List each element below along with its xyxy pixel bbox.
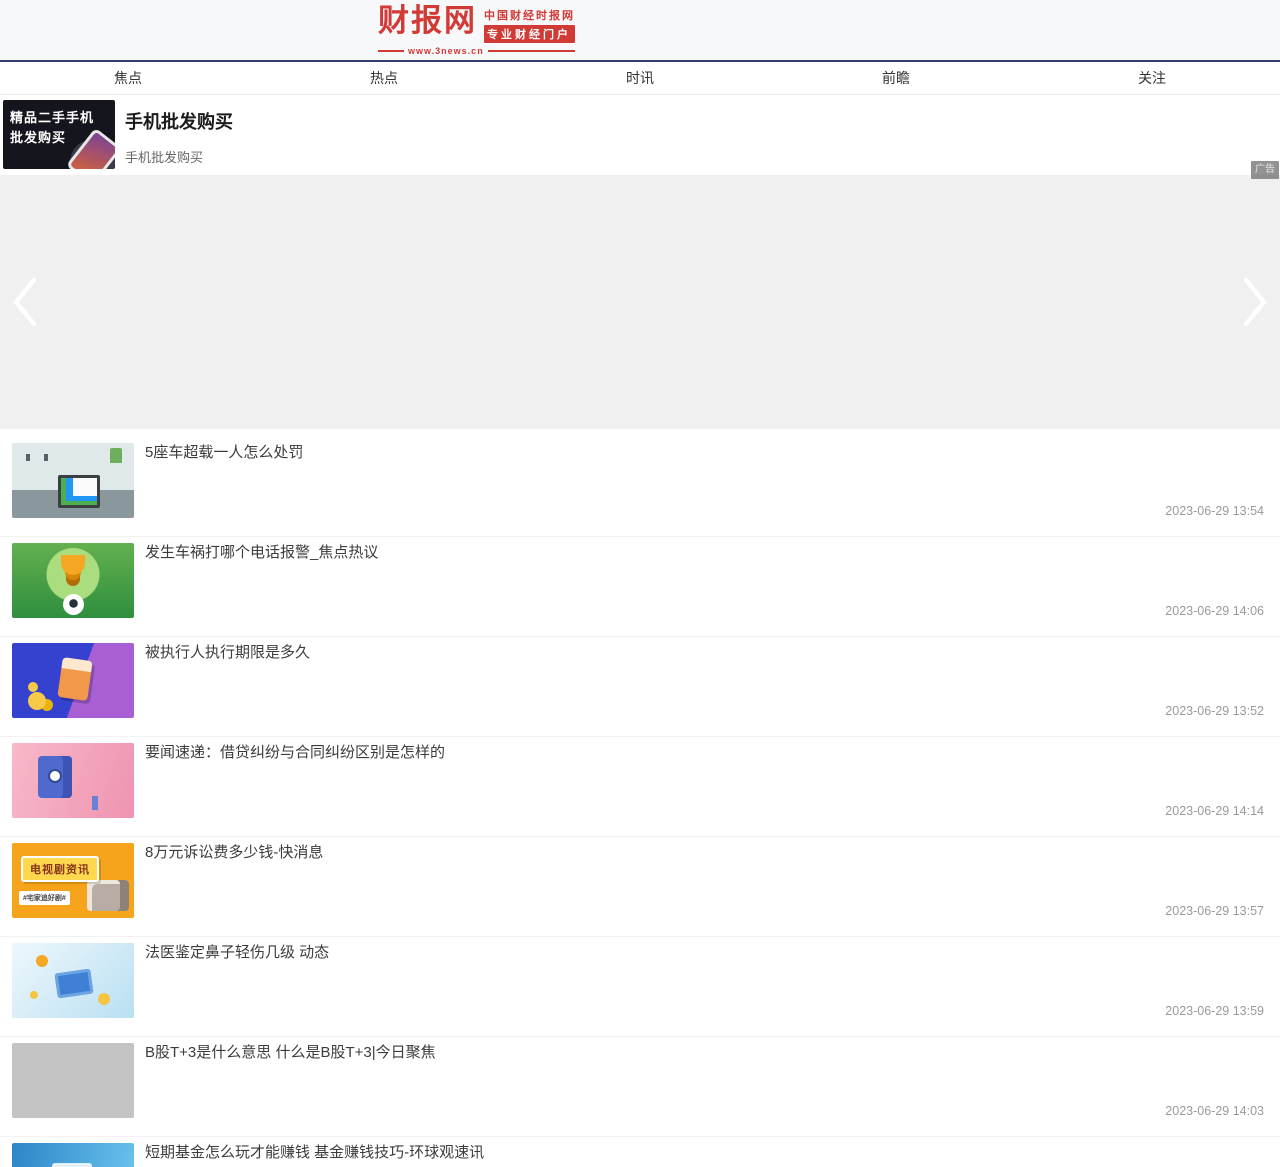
nav-item-5[interactable]: 关注 bbox=[1024, 62, 1280, 94]
news-body: 被执行人执行期限是多久 2023-06-29 13:52 bbox=[134, 643, 1264, 718]
news-body: 要闻速递：借贷纠纷与合同纠纷区别是怎样的 2023-06-29 14:14 bbox=[134, 743, 1264, 818]
chevron-right-icon bbox=[1240, 277, 1270, 332]
nav-item-4[interactable]: 前瞻 bbox=[768, 62, 1024, 94]
news-item[interactable]: 5座车超载一人怎么处罚 2023-06-29 13:54 bbox=[0, 437, 1280, 537]
news-title[interactable]: 被执行人执行期限是多久 bbox=[145, 643, 1264, 663]
news-body: 法医鉴定鼻子轻伤几级 动态 2023-06-29 13:59 bbox=[134, 943, 1264, 1018]
news-thumbnail[interactable] bbox=[12, 543, 134, 618]
chevron-left-icon bbox=[10, 277, 40, 332]
news-body: 短期基金怎么玩才能赚钱 基金赚钱技巧-环球观速讯 bbox=[134, 1143, 1264, 1167]
ad-badge: 广告 bbox=[1251, 161, 1279, 179]
nav-item-1[interactable]: 焦点 bbox=[0, 62, 256, 94]
logo-tagline-1: 中国财经时报网 bbox=[484, 9, 575, 22]
news-thumbnail[interactable] bbox=[12, 643, 134, 718]
news-thumbnail[interactable] bbox=[12, 1143, 134, 1167]
news-title[interactable]: 要闻速递：借贷纠纷与合同纠纷区别是怎样的 bbox=[145, 743, 1264, 763]
news-timestamp: 2023-06-29 13:59 bbox=[1165, 1004, 1264, 1018]
news-timestamp: 2023-06-29 14:06 bbox=[1165, 604, 1264, 618]
ad-image-line2: 批发购买 bbox=[10, 129, 67, 145]
ad-image[interactable]: 精品二手手机 批发购买 bbox=[3, 100, 115, 169]
news-body: 8万元诉讼费多少钱-快消息 2023-06-29 13:57 bbox=[134, 843, 1264, 918]
news-item[interactable]: 法医鉴定鼻子轻伤几级 动态 2023-06-29 13:59 bbox=[0, 937, 1280, 1037]
site-header: 财报网 中国财经时报网 专业财经门户 www.3news.cn bbox=[0, 0, 1280, 62]
logo-url: www.3news.cn bbox=[408, 45, 484, 56]
news-item[interactable]: 要闻速递：借贷纠纷与合同纠纷区别是怎样的 2023-06-29 14:14 bbox=[0, 737, 1280, 837]
news-title[interactable]: 短期基金怎么玩才能赚钱 基金赚钱技巧-环球观速讯 bbox=[145, 1143, 1264, 1163]
logo-text: 财报网 bbox=[378, 2, 477, 38]
thumbnail-tag-text: #宅家追好剧# bbox=[19, 891, 70, 905]
ad-banner[interactable]: 精品二手手机 批发购买 手机批发购买 手机批发购买 广告 bbox=[0, 95, 1280, 179]
news-timestamp: 2023-06-29 13:57 bbox=[1165, 904, 1264, 918]
ad-description: 手机批发购买 bbox=[125, 150, 204, 165]
main-nav: 焦点 热点 时讯 前瞻 关注 bbox=[0, 62, 1280, 95]
news-body: B股T+3是什么意思 什么是B股T+3|今日聚焦 2023-06-29 14:0… bbox=[134, 1043, 1264, 1118]
thumbnail-banner-text: 电视剧资讯 bbox=[21, 856, 99, 882]
logo-url-dash-right bbox=[487, 49, 575, 52]
ad-text: 手机批发购买 手机批发购买 bbox=[115, 95, 233, 175]
news-title[interactable]: 5座车超载一人怎么处罚 bbox=[145, 443, 1264, 463]
news-timestamp: 2023-06-29 13:52 bbox=[1165, 704, 1264, 718]
news-timestamp: 2023-06-29 14:14 bbox=[1165, 804, 1264, 818]
news-item[interactable]: B股T+3是什么意思 什么是B股T+3|今日聚焦 2023-06-29 14:0… bbox=[0, 1037, 1280, 1137]
news-thumbnail[interactable] bbox=[12, 1043, 134, 1118]
news-title[interactable]: 发生车祸打哪个电话报警_焦点热议 bbox=[145, 543, 1264, 563]
nav-item-2[interactable]: 热点 bbox=[256, 62, 512, 94]
news-item[interactable]: 被执行人执行期限是多久 2023-06-29 13:52 bbox=[0, 637, 1280, 737]
carousel-prev-button[interactable] bbox=[10, 275, 40, 329]
news-body: 5座车超载一人怎么处罚 2023-06-29 13:54 bbox=[134, 443, 1264, 518]
news-title[interactable]: 8万元诉讼费多少钱-快消息 bbox=[145, 843, 1264, 863]
news-body: 发生车祸打哪个电话报警_焦点热议 2023-06-29 14:06 bbox=[134, 543, 1264, 618]
news-thumbnail[interactable] bbox=[12, 743, 134, 818]
news-thumbnail[interactable] bbox=[12, 443, 134, 518]
site-logo[interactable]: 财报网 中国财经时报网 专业财经门户 www.3news.cn bbox=[378, 5, 575, 56]
ad-image-line1: 精品二手手机 bbox=[10, 110, 95, 125]
ad-title[interactable]: 手机批发购买 bbox=[125, 108, 233, 134]
carousel bbox=[0, 175, 1280, 429]
news-item[interactable]: 发生车祸打哪个电话报警_焦点热议 2023-06-29 14:06 bbox=[0, 537, 1280, 637]
news-timestamp: 2023-06-29 14:03 bbox=[1165, 1104, 1264, 1118]
logo-url-row: www.3news.cn bbox=[378, 46, 575, 56]
carousel-next-button[interactable] bbox=[1240, 275, 1270, 329]
news-list: 5座车超载一人怎么处罚 2023-06-29 13:54 发生车祸打哪个电话报警… bbox=[0, 429, 1280, 1167]
logo-tagline-2: 专业财经门户 bbox=[484, 24, 575, 43]
news-thumbnail[interactable]: 电视剧资讯 #宅家追好剧# bbox=[12, 843, 134, 918]
news-thumbnail[interactable] bbox=[12, 943, 134, 1018]
news-timestamp: 2023-06-29 13:54 bbox=[1165, 504, 1264, 518]
news-item[interactable]: 电视剧资讯 #宅家追好剧# 8万元诉讼费多少钱-快消息 2023-06-29 1… bbox=[0, 837, 1280, 937]
news-title[interactable]: B股T+3是什么意思 什么是B股T+3|今日聚焦 bbox=[145, 1043, 1264, 1063]
news-title[interactable]: 法医鉴定鼻子轻伤几级 动态 bbox=[145, 943, 1264, 963]
nav-item-3[interactable]: 时讯 bbox=[512, 62, 768, 94]
news-item[interactable]: 短期基金怎么玩才能赚钱 基金赚钱技巧-环球观速讯 bbox=[0, 1137, 1280, 1167]
logo-url-dash-left bbox=[378, 49, 404, 52]
